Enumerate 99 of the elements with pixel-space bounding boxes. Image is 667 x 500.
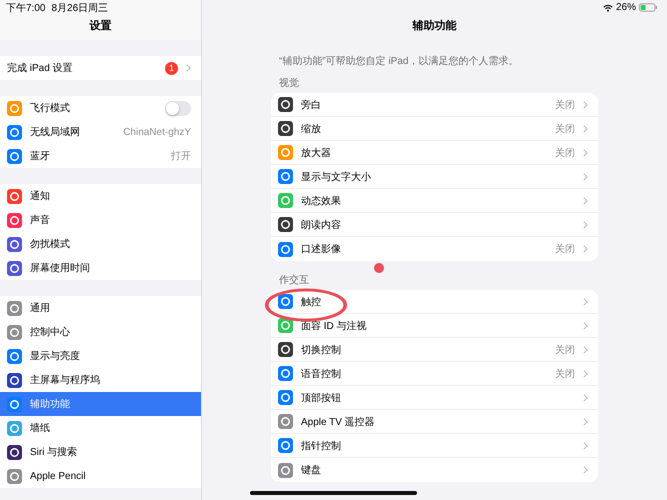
item-value: 打开 — [171, 150, 191, 163]
item-label: Apple Pencil — [30, 470, 87, 482]
chevron-icon — [583, 172, 588, 180]
chevron-icon — [583, 442, 588, 450]
description-text: “辅助功能”可帮助您自定 iPad，以满足您的个人需求。 — [278, 54, 520, 69]
item-label: 主屏幕与程序坞 — [30, 374, 101, 387]
chevron-icon — [583, 466, 588, 474]
settings-row[interactable]: 触控 — [271, 290, 598, 314]
item-value: 关闭 — [555, 122, 575, 136]
chevron-icon — [583, 394, 588, 402]
page-title: 辅助功能 — [411, 18, 458, 33]
notification-badge: 1 — [165, 62, 178, 74]
item-value: ChinaNet-ghzY — [123, 126, 191, 138]
item-label: 声音 — [30, 214, 51, 227]
battery-percent: 26% — [616, 2, 636, 13]
item-label: 指针控制 — [301, 440, 342, 452]
chevron-icon — [583, 370, 588, 378]
item-value: 关闭 — [555, 242, 575, 256]
sidebar-item[interactable]: 辅助功能 — [0, 392, 201, 416]
settings-row[interactable]: 放大器 关闭 — [271, 141, 598, 165]
sidebar-item[interactable]: 主屏幕与程序坞 — [0, 368, 201, 392]
item-label: 显示与亮度 — [30, 350, 81, 363]
item-value: 关闭 — [555, 368, 575, 380]
sidebar-item[interactable]: 屏幕使用时间 — [0, 256, 201, 280]
settings-row[interactable]: 指针控制 — [271, 434, 598, 458]
settings-row[interactable]: 键盘 — [271, 458, 598, 482]
item-label: 旁白 — [301, 98, 322, 112]
item-label: 缩放 — [301, 122, 322, 136]
sidebar-item[interactable]: 控制中心 — [0, 320, 201, 344]
settings-row[interactable]: 切换控制 关闭 — [271, 338, 598, 362]
item-label: 触控 — [301, 296, 322, 308]
item-label: 飞行模式 — [30, 102, 71, 115]
chevron-icon — [583, 245, 588, 253]
item-value: 关闭 — [555, 344, 575, 356]
item-label: 朗读内容 — [301, 218, 342, 232]
chevron-icon — [583, 124, 588, 132]
settings-row[interactable]: 语音控制 关闭 — [271, 362, 598, 386]
chevron-icon — [583, 196, 588, 204]
item-label: 屏幕使用时间 — [30, 262, 91, 275]
sidebar-item[interactable]: 通知 — [0, 184, 201, 208]
item-label: 通知 — [30, 190, 51, 203]
item-value: 关闭 — [555, 98, 575, 112]
settings-row[interactable]: 朗读内容 — [271, 213, 598, 237]
chevron-icon — [186, 64, 191, 72]
item-value: 关闭 — [555, 146, 575, 160]
item-label: 顶部按钮 — [301, 392, 342, 404]
settings-row[interactable]: 旁白 关闭 — [271, 93, 598, 117]
sidebar-item[interactable]: Apple Pencil — [0, 464, 201, 488]
settings-row[interactable]: 动态效果 — [271, 189, 598, 213]
status-time: 下午7:00 — [6, 2, 46, 14]
settings-row[interactable]: Apple TV 遥控器 — [271, 410, 598, 434]
chevron-icon — [583, 148, 588, 156]
item-label: 放大器 — [301, 146, 332, 160]
sidebar-item[interactable]: 蓝牙 打开 — [0, 144, 201, 168]
settings-row[interactable]: 缩放 关闭 — [271, 117, 598, 141]
chevron-icon — [583, 220, 588, 228]
sidebar-item[interactable]: 通用 — [0, 296, 201, 320]
chevron-icon — [583, 322, 588, 330]
item-label: 动态效果 — [301, 194, 342, 208]
item-label: 显示与文字大小 — [301, 170, 372, 184]
item-label: 面容 ID 与注视 — [301, 320, 368, 332]
section-header: 视觉 — [278, 76, 300, 91]
sidebar-item[interactable]: 勿扰模式 — [0, 232, 201, 256]
settings-row[interactable]: 顶部按钮 — [271, 386, 598, 410]
item-label: 通用 — [30, 302, 51, 315]
item-label: 完成 iPad 设置 — [7, 62, 74, 75]
section-header: 作交互 — [278, 274, 310, 288]
item-label: 键盘 — [301, 464, 322, 477]
item-label: 语音控制 — [301, 368, 342, 380]
item-label: Siri 与搜索 — [30, 446, 78, 459]
settings-row[interactable]: 显示与文字大小 — [271, 165, 598, 189]
item-label: 口述影像 — [301, 242, 342, 256]
chevron-icon — [583, 100, 588, 108]
wifi-icon — [602, 4, 613, 12]
item-label: 控制中心 — [30, 326, 71, 339]
item-label: 勿扰模式 — [30, 238, 71, 251]
sidebar-item[interactable]: 飞行模式 — [0, 96, 201, 120]
item-label: Apple TV 遥控器 — [301, 416, 376, 428]
item-label: 蓝牙 — [30, 150, 51, 163]
chevron-icon — [583, 298, 588, 306]
chevron-icon — [583, 346, 588, 354]
pointer-dot — [374, 263, 384, 273]
battery-icon — [639, 3, 657, 12]
status-date: 8月26日周三 — [51, 2, 108, 14]
sidebar-item[interactable]: 完成 iPad 设置 1 — [0, 56, 201, 80]
chevron-icon — [583, 418, 588, 426]
item-label: 切换控制 — [301, 344, 342, 356]
item-label: 辅助功能 — [30, 398, 71, 411]
settings-row[interactable]: 面容 ID 与注视 — [271, 314, 598, 338]
sidebar-item[interactable]: 无线局域网 ChinaNet-ghzY — [0, 120, 201, 144]
sidebar-title: 设置 — [88, 18, 112, 33]
sidebar-item[interactable]: Siri 与搜索 — [0, 440, 201, 464]
sidebar-item[interactable]: 显示与亮度 — [0, 344, 201, 368]
item-label: 无线局域网 — [30, 126, 81, 139]
item-label: 墙纸 — [30, 422, 51, 435]
settings-row[interactable]: 口述影像 关闭 — [271, 237, 598, 261]
sidebar-item[interactable]: 声音 — [0, 208, 201, 232]
toggle-switch[interactable] — [165, 100, 191, 116]
sidebar-item[interactable]: 墙纸 — [0, 416, 201, 440]
